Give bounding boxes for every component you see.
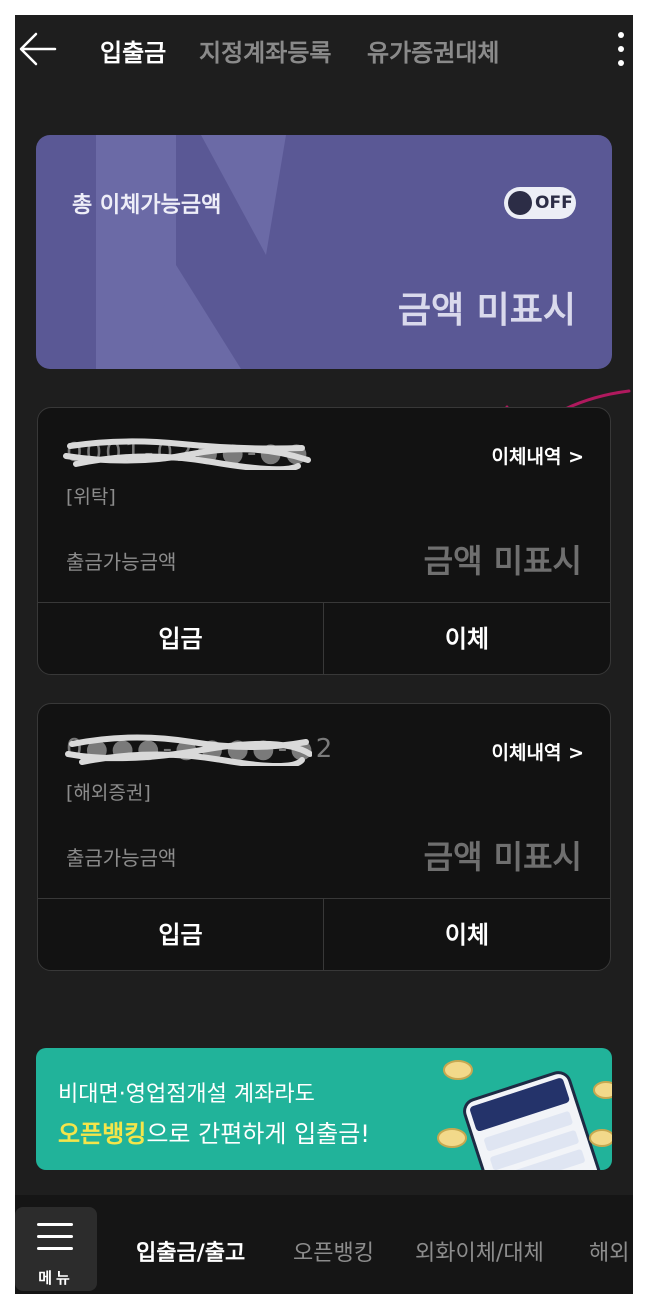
banner-line1: 비대면·영업점개설 계좌라도: [58, 1082, 315, 1107]
banner-highlight: 오픈뱅킹: [58, 1120, 147, 1148]
brand-k-watermark-icon: [96, 135, 286, 369]
transfer-history-link[interactable]: 이체내역 >: [492, 738, 584, 765]
tab-deposit-withdraw[interactable]: 입출금: [100, 33, 166, 68]
tab-securities-transfer[interactable]: 유가증권대체: [367, 33, 499, 68]
redaction-scribble-icon: [63, 438, 311, 470]
nav-tab-overseas[interactable]: 해외: [589, 1235, 629, 1267]
hamburger-icon: [37, 1223, 73, 1226]
toggle-label: OFF: [535, 193, 573, 213]
account-type: [해외증권]: [66, 782, 151, 804]
more-options-icon[interactable]: [611, 29, 631, 69]
nav-tab-deposit-withdraw[interactable]: 입출금/출고: [136, 1235, 245, 1267]
available-amount-label: 출금가능금액: [66, 846, 177, 870]
banner-line2: 오픈뱅킹으로 간편하게 입출금!: [58, 1114, 370, 1149]
available-amount-value: 금액 미표시: [423, 838, 582, 876]
amount-display-toggle[interactable]: OFF: [504, 187, 576, 219]
account-actions: 입금 이체: [38, 602, 610, 674]
menu-label: 메뉴: [38, 1269, 74, 1287]
transfer-button[interactable]: 이체: [324, 899, 610, 970]
nav-tab-fx-transfer[interactable]: 외화이체/대체: [415, 1235, 544, 1267]
banner-line2-rest: 으로 간편하게 입출금!: [146, 1120, 370, 1148]
total-amount-text: 금액 미표시: [397, 290, 576, 331]
deposit-button[interactable]: 입금: [38, 603, 324, 674]
total-transferable-title: 총 이체가능금액: [72, 193, 222, 218]
account-type: [위탁]: [66, 486, 116, 508]
menu-button[interactable]: 메뉴: [15, 1207, 97, 1291]
total-transferable-card: 총 이체가능금액 OFF 금액 미표시: [36, 135, 612, 369]
redaction-scribble-icon: [65, 734, 312, 766]
deposit-button[interactable]: 입금: [38, 899, 324, 970]
account-number-redacted: 0001-02●●-●●: [62, 436, 312, 470]
tab-designated-account[interactable]: 지정계좌등록: [199, 33, 331, 68]
toggle-knob: [508, 191, 532, 215]
account-actions: 입금 이체: [38, 898, 610, 970]
available-amount-value: 금액 미표시: [423, 542, 582, 580]
bottom-navigation: 메뉴 입출금/출고 오픈뱅킹 외화이체/대체 해외: [15, 1195, 633, 1294]
account-card: 0001-02●●-●● 이체내역 > [위탁] 출금가능금액 금액 미표시 입…: [37, 407, 611, 675]
nav-tab-open-banking[interactable]: 오픈뱅킹: [293, 1235, 374, 1267]
account-number-redacted: 0●●●-●●●●-●2: [62, 732, 332, 766]
back-arrow-icon[interactable]: [17, 29, 57, 69]
phone-app-illustration-icon: [437, 1060, 612, 1170]
top-bar: 입출금 지정계좌등록 유가증권대체: [15, 15, 633, 85]
available-amount-label: 출금가능금액: [66, 550, 177, 574]
open-banking-banner[interactable]: 비대면·영업점개설 계좌라도 오픈뱅킹으로 간편하게 입출금!: [36, 1048, 612, 1170]
account-card: 0●●●-●●●●-●2 이체내역 > [해외증권] 출금가능금액 금액 미표시…: [37, 703, 611, 971]
transfer-history-link[interactable]: 이체내역 >: [492, 442, 584, 469]
app-screen: 입출금 지정계좌등록 유가증권대체 총 이체가능금액 OFF 금액 미표시 00…: [15, 15, 633, 1294]
transfer-button[interactable]: 이체: [324, 603, 610, 674]
